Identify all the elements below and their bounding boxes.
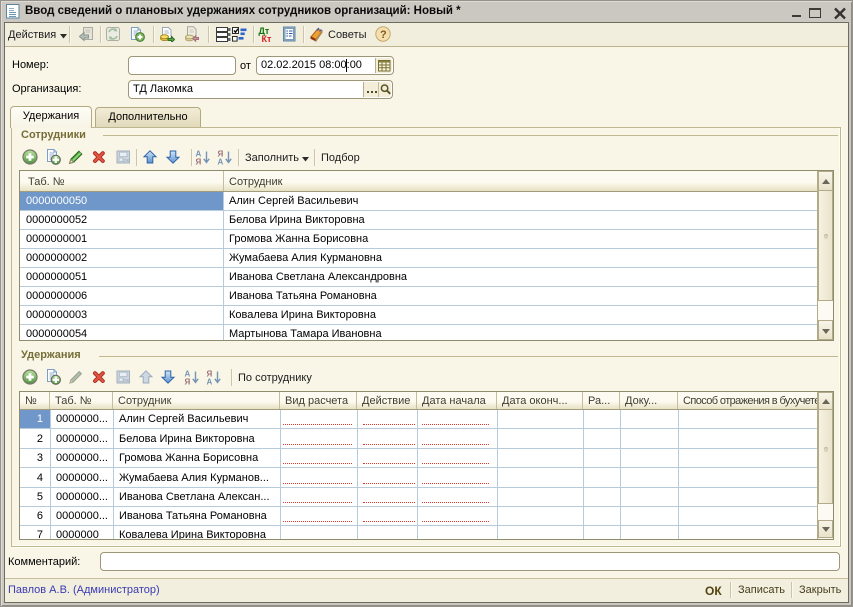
svg-text:Кт: Кт [262, 34, 272, 42]
svg-text:?: ? [380, 29, 387, 41]
